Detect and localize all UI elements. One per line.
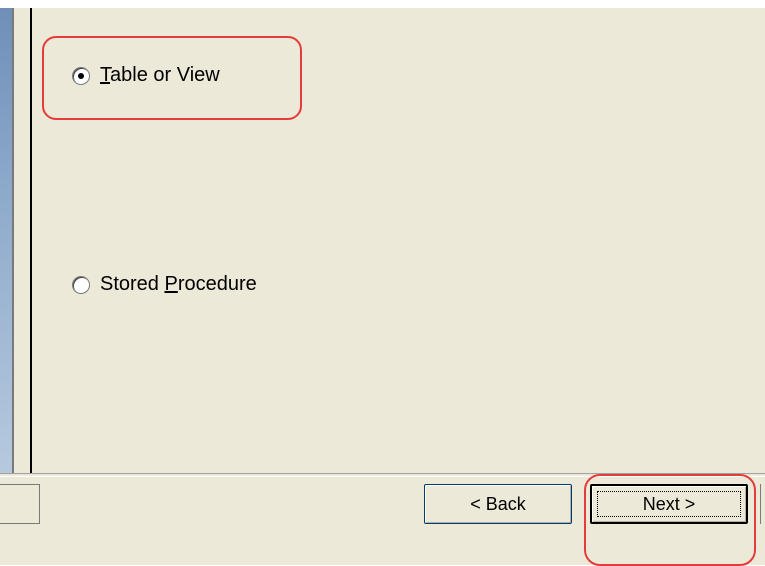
radio-option-stored-procedure[interactable]: Stored Procedure xyxy=(72,273,257,296)
radio-button-table-or-view[interactable] xyxy=(72,66,90,85)
next-button[interactable]: Next > xyxy=(590,484,748,524)
back-button[interactable]: < Back xyxy=(424,484,572,524)
button-bar-separator xyxy=(0,473,765,477)
radio-label-table-or-view: Table or View xyxy=(100,64,220,86)
radio-button-stored-procedure[interactable] xyxy=(72,275,90,294)
wizard-banner-strip xyxy=(0,8,14,474)
cancel-button-partial[interactable] xyxy=(0,484,40,524)
radio-option-table-or-view[interactable]: Table or View xyxy=(72,64,220,87)
next-button-label: Next > xyxy=(642,493,696,514)
radio-label-stored-procedure: Stored Procedure xyxy=(100,273,257,295)
finish-button-partial[interactable] xyxy=(760,484,765,524)
